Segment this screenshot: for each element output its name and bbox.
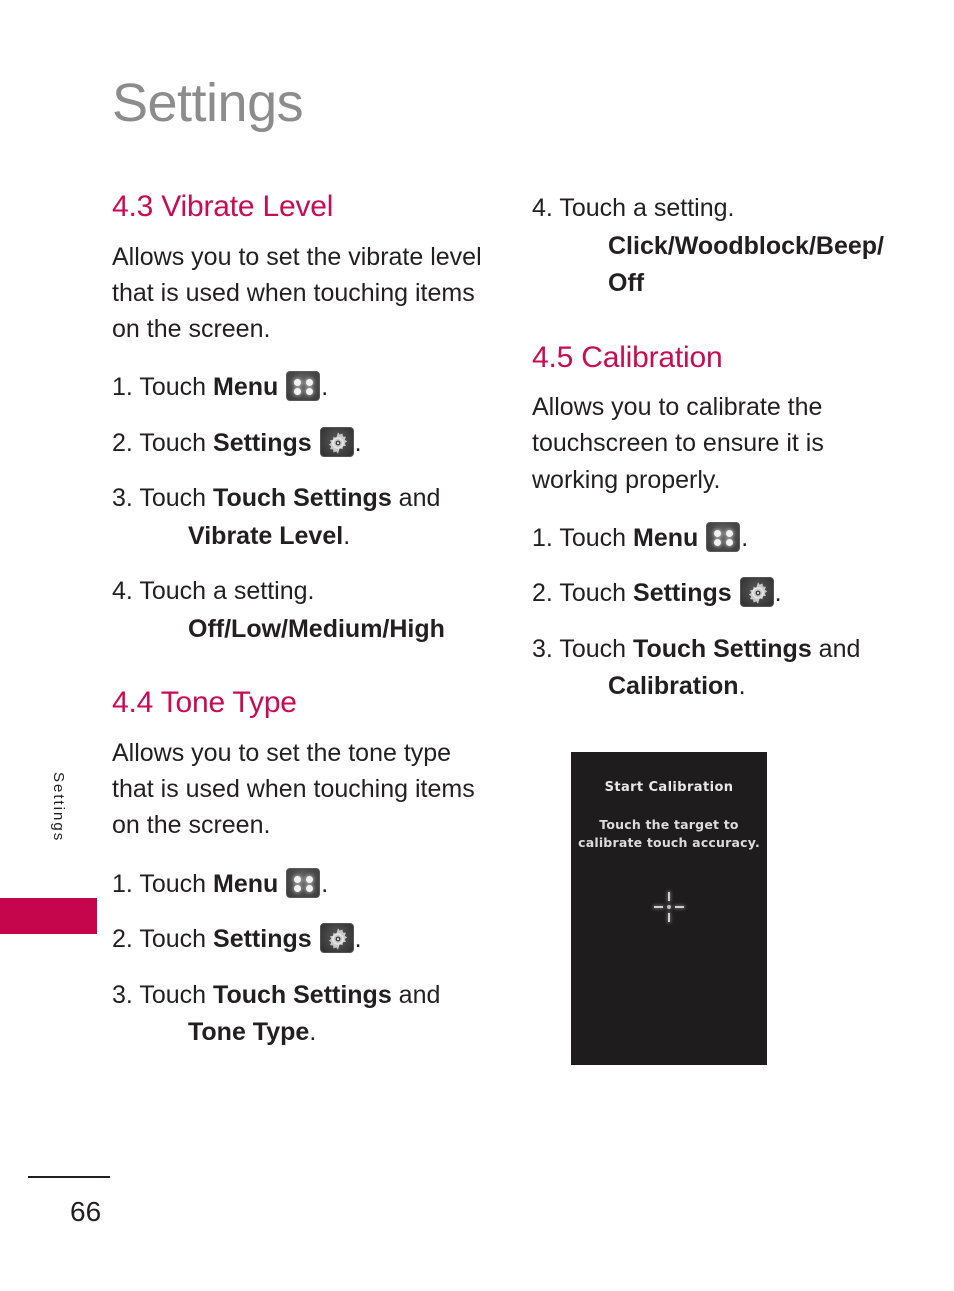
step-item: 4. Touch a setting. Off/Low/Medium/High bbox=[112, 573, 496, 648]
step-bold-label: Tone Type bbox=[188, 1018, 310, 1046]
right-column: 4. Touch a setting. Click/Woodblock/Beep… bbox=[532, 190, 916, 724]
page-title: Settings bbox=[112, 73, 304, 133]
step-period: . bbox=[741, 523, 749, 552]
step-period: . bbox=[354, 925, 362, 953]
section-intro-calibration: Allows you to calibrate the touchscreen … bbox=[532, 393, 824, 494]
step-bold-label: Vibrate Level bbox=[188, 521, 344, 550]
step-bold-label: Calibration bbox=[608, 672, 739, 701]
step-item: 1. Touch Menu . bbox=[112, 866, 496, 904]
step-bold-label: Menu bbox=[213, 373, 279, 402]
step-item: 3. Touch Touch Settings and Vibrate Leve… bbox=[112, 480, 496, 555]
section-intro-tone-type: Allows you to set the tone type that is … bbox=[112, 738, 475, 840]
step-text: Touch bbox=[139, 980, 214, 1009]
step-number: 1. bbox=[532, 523, 553, 552]
step-number: 2. bbox=[112, 925, 133, 953]
calibration-screen-instruction: Touch the target to calibrate touch accu… bbox=[575, 816, 763, 852]
step-options: Off/Low/Medium/High bbox=[188, 614, 445, 643]
step-number: 3. bbox=[112, 980, 133, 1009]
step-text: Touch bbox=[139, 869, 214, 898]
step-bold-label: Menu bbox=[213, 869, 279, 898]
step-text-mid: and bbox=[391, 484, 441, 513]
side-tab-marker bbox=[0, 898, 97, 934]
step-continuation: Tone Type. bbox=[150, 1014, 496, 1052]
gear-icon bbox=[319, 426, 354, 457]
step-bold-label: Settings bbox=[633, 579, 732, 608]
instruction-line-2: calibrate touch accuracy. bbox=[578, 835, 760, 851]
step-text: Touch bbox=[559, 634, 634, 663]
instruction-line-1: Touch the target to bbox=[599, 817, 739, 832]
step-item: 1. Touch Menu . bbox=[532, 520, 916, 558]
step-bold-label: Settings bbox=[213, 925, 312, 953]
menu-grid-icon bbox=[706, 521, 741, 552]
step-number: 1. bbox=[112, 869, 133, 898]
step-number: 2. bbox=[532, 579, 553, 608]
step-bold-label: Touch Settings bbox=[633, 634, 812, 663]
calibration-screen-title: Start Calibration bbox=[604, 780, 734, 795]
step-number: 4. bbox=[532, 194, 553, 222]
step-text: Touch a setting. bbox=[559, 194, 735, 222]
footer-divider bbox=[28, 1176, 110, 1178]
left-column: 4.3 Vibrate Level Allows you to set the … bbox=[112, 190, 496, 1070]
step-period: . bbox=[343, 521, 351, 550]
side-tab-label: Settings bbox=[50, 772, 67, 843]
step-item: 1. Touch Menu . bbox=[112, 369, 496, 407]
step-item: 3. Touch Touch Settings and Tone Type. bbox=[112, 977, 496, 1052]
step-continuation: Vibrate Level. bbox=[150, 518, 496, 556]
step-number: 2. bbox=[112, 428, 133, 457]
step-bold-label: Touch Settings bbox=[213, 980, 392, 1009]
step-period: . bbox=[354, 428, 362, 457]
step-bold-label: Settings bbox=[213, 428, 312, 457]
crosshair-target-icon bbox=[654, 892, 684, 922]
step-text: Touch bbox=[139, 428, 214, 457]
step-text: Touch a setting. bbox=[139, 577, 315, 606]
step-continuation: Calibration. bbox=[570, 668, 916, 706]
step-number: 3. bbox=[112, 484, 133, 513]
step-bold-label: Touch Settings bbox=[213, 484, 392, 513]
step-period: . bbox=[309, 1018, 317, 1046]
gear-icon bbox=[739, 577, 774, 608]
calibration-screenshot: Start Calibration Touch the target to ca… bbox=[571, 752, 767, 1065]
step-text-mid: and bbox=[391, 980, 441, 1009]
menu-grid-icon bbox=[286, 371, 321, 402]
section-heading-calibration: 4.5 Calibration bbox=[532, 340, 723, 374]
step-item: 2. Touch Settings . bbox=[112, 425, 496, 463]
gear-icon bbox=[319, 923, 354, 953]
section-intro-vibrate-level: Allows you to set the vibrate level that… bbox=[112, 242, 482, 344]
step-period: . bbox=[321, 373, 329, 402]
step-item: 3. Touch Touch Settings and Calibration. bbox=[532, 631, 916, 706]
step-text: Touch bbox=[139, 484, 214, 513]
step-period: . bbox=[321, 869, 329, 898]
step-options: Click/Woodblock/Beep/ Off bbox=[608, 231, 884, 298]
step-item: 2. Touch Settings . bbox=[532, 575, 916, 613]
page-number: 66 bbox=[70, 1196, 102, 1227]
section-heading-tone-type: 4.4 Tone Type bbox=[112, 686, 297, 720]
step-text: Touch bbox=[559, 523, 634, 552]
step-text: Touch bbox=[559, 579, 634, 608]
step-period: . bbox=[738, 672, 746, 701]
step-text: Touch bbox=[139, 373, 214, 402]
step-text: Touch bbox=[139, 925, 214, 953]
step-number: 1. bbox=[112, 373, 133, 402]
section-heading-vibrate-level: 4.3 Vibrate Level bbox=[112, 190, 334, 223]
step-bold-label: Menu bbox=[633, 523, 699, 552]
step-number: 3. bbox=[532, 634, 553, 663]
step-item: 2. Touch Settings . bbox=[112, 921, 496, 959]
step-item: 4. Touch a setting. Click/Woodblock/Beep… bbox=[532, 190, 916, 303]
menu-grid-icon bbox=[286, 867, 321, 898]
step-text-mid: and bbox=[811, 634, 861, 663]
step-period: . bbox=[774, 579, 782, 608]
step-number: 4. bbox=[112, 577, 133, 606]
